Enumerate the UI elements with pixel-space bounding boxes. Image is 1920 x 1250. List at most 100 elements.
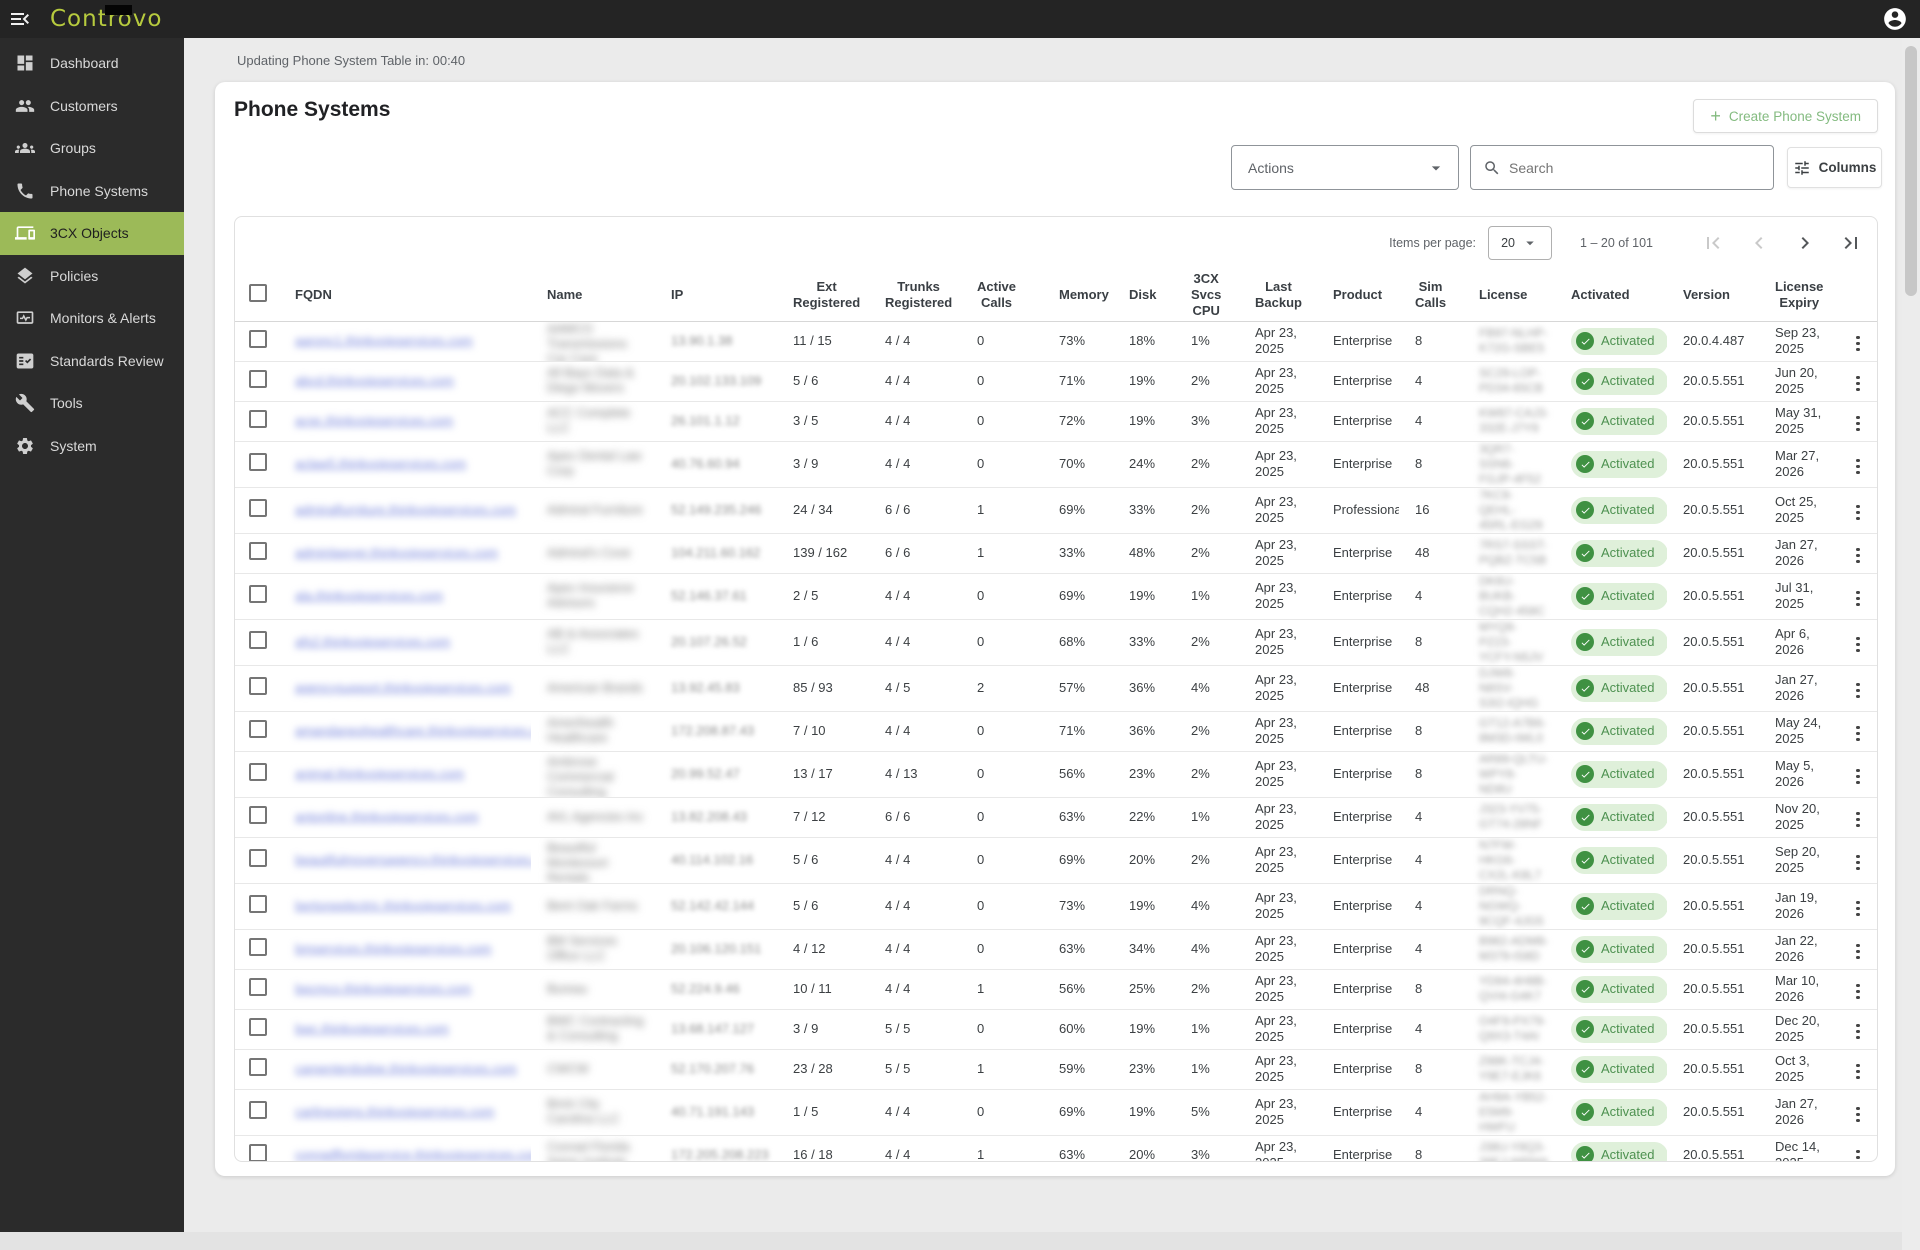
sim-calls-cell: 8 [1399, 751, 1463, 797]
row-checkbox[interactable] [249, 938, 267, 956]
sim-calls-cell: 4 [1399, 361, 1463, 401]
name-cell: AVL Agencies Inc [547, 810, 649, 825]
scrollbar-thumb[interactable] [1905, 46, 1917, 296]
fqdn-link[interactable]: bertoneelectric.thinkvoipservices.com [295, 898, 511, 913]
previous-page-button[interactable] [1747, 231, 1771, 255]
row-checkbox[interactable] [249, 1101, 267, 1119]
kebab-menu-button[interactable] [1850, 679, 1866, 703]
disk-cell: 33% [1113, 487, 1175, 533]
sidebar-item-groups[interactable]: Groups [0, 127, 184, 170]
kebab-menu-button[interactable] [1850, 1103, 1866, 1127]
kebab-menu-button[interactable] [1850, 544, 1866, 568]
fqdn-link[interactable]: bmservices.thinkvoipservices.com [295, 941, 492, 956]
kebab-menu-button[interactable] [1850, 455, 1866, 479]
kebab-menu-button[interactable] [1850, 980, 1866, 1004]
row-checkbox[interactable] [249, 1018, 267, 1036]
row-checkbox[interactable] [249, 763, 267, 781]
trunks-registered-cell: 4 / 4 [869, 361, 961, 401]
kebab-menu-button[interactable] [1850, 851, 1866, 875]
row-checkbox[interactable] [249, 978, 267, 996]
kebab-menu-button[interactable] [1850, 722, 1866, 746]
first-page-button[interactable] [1701, 231, 1725, 255]
page-size-select[interactable]: 20 [1488, 226, 1552, 260]
search-input[interactable] [1509, 160, 1761, 176]
row-checkbox[interactable] [249, 542, 267, 560]
cpu-cell: 2% [1175, 619, 1239, 665]
columns-button[interactable]: Columns [1787, 147, 1882, 188]
fqdn-link[interactable]: carpenterdodge.thinkvoipservices.com [295, 1061, 517, 1076]
sidebar-item-standards-review[interactable]: Standards Review [0, 340, 184, 383]
fqdn-link[interactable]: carlinesigns.thinkvoipservices.com [295, 1104, 494, 1119]
account-circle-icon[interactable] [1882, 6, 1908, 32]
row-checkbox[interactable] [249, 330, 267, 348]
row-checkbox[interactable] [249, 895, 267, 913]
sidebar-item-phone-systems[interactable]: Phone Systems [0, 170, 184, 213]
fqdn-link[interactable]: animal.thinkvoipservices.com [295, 766, 464, 781]
next-page-button[interactable] [1793, 231, 1817, 255]
vertical-scrollbar[interactable] [1902, 38, 1920, 1250]
sidebar-item-customers[interactable]: Customers [0, 85, 184, 128]
row-checkbox[interactable] [249, 806, 267, 824]
fqdn-link[interactable]: agencysupport.thinkvoipservices.com [295, 680, 511, 695]
kebab-menu-button[interactable] [1850, 633, 1866, 657]
fqdn-link[interactable]: admiralfurniture.thinkvoipservices.com [295, 502, 516, 517]
sidebar-item-policies[interactable]: Policies [0, 255, 184, 298]
select-all-checkbox[interactable] [249, 284, 267, 302]
row-checkbox[interactable] [249, 410, 267, 428]
fqdn-link[interactable]: abcd.thinkvoipservices.com [295, 373, 454, 388]
fqdn-link[interactable]: bwc.thinkvoipservices.com [295, 1021, 449, 1036]
fqdn-link[interactable]: aaronc1.thinkvoipservices.com [295, 333, 473, 348]
fqdn-link[interactable]: antonline.thinkvoipservices.com [295, 809, 479, 824]
product-cell: Enterprise [1317, 1009, 1399, 1049]
last-page-button[interactable] [1839, 231, 1863, 255]
sidebar-item-3cx-objects[interactable]: 3CX Objects [0, 212, 184, 255]
fqdn-link[interactable]: aclaw5.thinkvoipservices.com [295, 456, 466, 471]
kebab-menu-button[interactable] [1850, 765, 1866, 789]
kebab-menu-button[interactable] [1850, 372, 1866, 396]
table-header-row: FQDN Name IP Ext Registered Trunks Regis… [235, 269, 1878, 321]
kebab-menu-button[interactable] [1850, 897, 1866, 921]
kebab-menu-button[interactable] [1850, 808, 1866, 832]
row-checkbox[interactable] [249, 370, 267, 388]
ip-cell: 13.92.45.83 [671, 680, 740, 695]
kebab-menu-button[interactable] [1850, 1146, 1866, 1163]
kebab-menu-button[interactable] [1850, 587, 1866, 611]
fqdn-link[interactable]: adminlawyer.thinkvoipservices.com [295, 545, 498, 560]
fqdn-link[interactable]: ala.thinkvoipservices.com [295, 588, 443, 603]
row-checkbox[interactable] [249, 453, 267, 471]
row-checkbox[interactable] [249, 1144, 267, 1162]
sidebar-item-tools[interactable]: Tools [0, 382, 184, 425]
sidebar-item-system[interactable]: System [0, 425, 184, 468]
ip-cell: 20.99.52.47 [671, 766, 740, 781]
kebab-menu-button[interactable] [1850, 412, 1866, 436]
name-cell: Admiral Furniture [547, 503, 649, 518]
kebab-menu-button[interactable] [1850, 332, 1866, 356]
sidebar-item-monitors-alerts[interactable]: Monitors & Alerts [0, 297, 184, 340]
license-cell: FB97-NLHP- K72G-SBE5 [1479, 326, 1549, 356]
kebab-menu-button[interactable] [1850, 1020, 1866, 1044]
actions-select[interactable]: Actions [1231, 145, 1459, 190]
col-header-ext-registered: Ext Registered [777, 269, 869, 321]
kebab-menu-button[interactable] [1850, 1060, 1866, 1084]
row-checkbox[interactable] [249, 849, 267, 867]
row-checkbox[interactable] [249, 1058, 267, 1076]
row-checkbox[interactable] [249, 585, 267, 603]
fqdn-link[interactable]: conradfloridaservice.thinkvoipservices.c… [295, 1147, 531, 1162]
row-checkbox[interactable] [249, 631, 267, 649]
sidebar-item-dashboard[interactable]: Dashboard [0, 42, 184, 85]
create-phone-system-button[interactable]: + Create Phone System [1693, 99, 1878, 133]
fqdn-link[interactable]: afs2.thinkvoipservices.com [295, 634, 450, 649]
active-calls-cell: 0 [961, 929, 1043, 969]
row-checkbox[interactable] [249, 720, 267, 738]
menu-open-icon[interactable] [0, 0, 40, 38]
fqdn-link[interactable]: amandaneohealthcare.thinkvoipservices.co… [295, 723, 531, 738]
kebab-menu-button[interactable] [1850, 501, 1866, 525]
row-checkbox[interactable] [249, 677, 267, 695]
trunks-registered-cell: 4 / 4 [869, 837, 961, 883]
row-checkbox[interactable] [249, 499, 267, 517]
kebab-menu-button[interactable] [1850, 940, 1866, 964]
fqdn-link[interactable]: bpcmco.thinkvoipservices.com [295, 981, 471, 996]
active-calls-cell: 1 [961, 969, 1043, 1009]
fqdn-link[interactable]: beautifulmoversagency.thinkvoipservices.… [295, 852, 531, 867]
fqdn-link[interactable]: acgc.thinkvoipservices.com [295, 413, 453, 428]
